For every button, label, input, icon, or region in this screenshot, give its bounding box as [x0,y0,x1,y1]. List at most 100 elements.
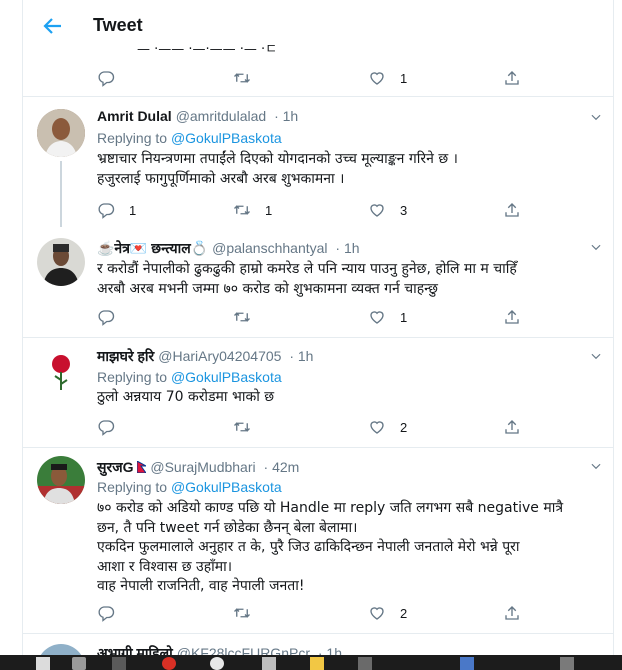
heart-icon [368,308,386,326]
chevron-down-icon[interactable] [589,110,603,124]
share-button[interactable] [503,602,521,624]
tweet-text: ठुलो अन्नयाय 70 करोडमा भाको छ [97,389,275,405]
tweet-meta: सुरजG @SurajMudbhari · 42m [97,458,299,477]
heart-icon [368,418,386,436]
app-icon[interactable] [560,657,574,670]
retweet-button[interactable] [233,67,251,89]
replying-to: Replying to @GokulPBaskota [97,369,282,385]
retweet-icon [233,418,251,436]
timeline-column: Tweet — ·—— ·—·—— ·— ·ㄷ 1 Amrit Dulal @am… [22,0,614,670]
retweet-icon [233,69,251,87]
reply-button[interactable] [97,602,115,624]
retweet-icon [233,308,251,326]
avatar[interactable] [37,346,85,394]
like-button[interactable]: 2 [368,416,407,438]
like-button[interactable]: 2 [368,602,407,624]
retweet-button[interactable]: 1 [233,199,272,221]
like-button[interactable]: 1 [368,67,407,89]
avatar[interactable] [37,238,85,286]
like-button[interactable]: 3 [368,199,407,221]
handle[interactable]: @amritdulalad [176,108,266,124]
share-button[interactable] [503,416,521,438]
chevron-down-icon[interactable] [589,240,603,254]
tweet-item[interactable]: Amrit Dulal @amritdulalad · 1h Replying t… [23,97,613,230]
search-icon[interactable] [72,657,86,670]
tweet-item[interactable]: सुरजG @SurajMudbhari · 42m Replying to @… [23,448,613,633]
taskbar [0,655,622,670]
chevron-down-icon[interactable] [589,459,603,473]
reply-button[interactable] [97,416,115,438]
timestamp[interactable]: · 1h [318,645,342,655]
tweet-meta: अभागी माहिलो @KF28lccFURGnPcr · 1h [97,644,342,655]
reply-button[interactable]: 1 [97,199,136,221]
timestamp[interactable]: · 42m [264,459,300,475]
retweet-button[interactable] [233,416,251,438]
tweet-actions: 1 [23,306,613,330]
retweet-button[interactable] [233,602,251,624]
reply-button[interactable] [97,306,115,328]
windows-start-icon[interactable] [36,657,50,670]
tweet-item[interactable]: अभागी माहिलो @KF28lccFURGnPcr · 1h [23,634,613,655]
handle[interactable]: @HariAry04204705 [158,348,281,364]
replying-to: Replying to @GokulPBaskota [97,130,282,146]
timestamp[interactable]: · 1h [274,108,298,124]
display-name[interactable]: सुरजG [97,459,133,475]
app-icon[interactable] [262,657,276,670]
mention-link[interactable]: @GokulPBaskota [171,369,282,385]
back-arrow-icon[interactable] [41,14,65,38]
tweet-actions: 2 [23,416,613,440]
chevron-down-icon[interactable] [589,349,603,363]
share-button[interactable] [503,199,521,221]
task-view-icon[interactable] [112,657,126,670]
display-name[interactable]: ☕नेत्र💌 छन्त्याल💍 [97,240,208,256]
folder-icon[interactable] [310,657,324,670]
tweet-actions: 1 [23,67,613,91]
display-name[interactable]: माझघरे हरि [97,348,154,364]
tweet-meta: Amrit Dulal @amritdulalad · 1h [97,108,298,124]
mention-link[interactable]: @GokulPBaskota [171,479,282,495]
timestamp[interactable]: · 1h [335,240,359,256]
avatar[interactable] [37,456,85,504]
chrome-icon[interactable] [210,657,224,670]
tweet-item[interactable]: ☕नेत्र💌 छन्त्याल💍 @palanschhantyal · 1h र… [23,230,613,340]
avatar[interactable] [37,109,85,157]
heart-icon [368,201,386,219]
reply-icon [97,418,115,436]
nepal-flag-icon [136,460,149,474]
page-title: Tweet [93,15,143,35]
tweet-item[interactable]: माझघरे हरि @HariAry04204705 · 1h Replying… [23,338,613,448]
heart-icon [368,604,386,622]
tweet-meta: माझघरे हरि @HariAry04204705 · 1h [97,347,313,366]
avatar[interactable] [37,644,85,655]
like-button[interactable]: 1 [368,306,407,328]
reply-icon [97,201,115,219]
timestamp[interactable]: · 1h [289,348,313,364]
share-button[interactable] [503,67,521,89]
share-button[interactable] [503,306,521,328]
display-name[interactable]: अभागी माहिलो [97,645,173,655]
tweet-actions: 1 1 3 [23,199,613,223]
retweet-button[interactable] [233,306,251,328]
reply-icon [97,604,115,622]
app-icon[interactable] [460,657,474,670]
cut-off-text: — ·—— ·—·—— ·— ·ㄷ [137,42,278,54]
reply-icon [97,308,115,326]
handle[interactable]: @SurajMudbhari [150,459,255,475]
reply-button[interactable] [97,67,115,89]
tweet-actions: 2 [23,602,613,626]
retweet-icon [233,604,251,622]
mention-link[interactable]: @GokulPBaskota [171,130,282,146]
handle[interactable]: @KF28lccFURGnPcr [177,645,310,655]
replying-to: Replying to @GokulPBaskota [97,479,282,495]
app-icon[interactable] [358,657,372,670]
share-icon [503,418,521,436]
tweet-meta: ☕नेत्र💌 छन्त्याल💍 @palanschhantyal · 1h [97,239,360,258]
handle[interactable]: @palanschhantyal [212,240,327,256]
browser-icon[interactable] [162,657,176,670]
tweet-text: भ्रष्टाचार नियन्त्रणमा तपाईंले दिएको योग… [97,151,458,187]
share-icon [503,69,521,87]
share-icon [503,604,521,622]
display-name[interactable]: Amrit Dulal [97,108,172,124]
reply-icon [97,69,115,87]
heart-icon [368,69,386,87]
